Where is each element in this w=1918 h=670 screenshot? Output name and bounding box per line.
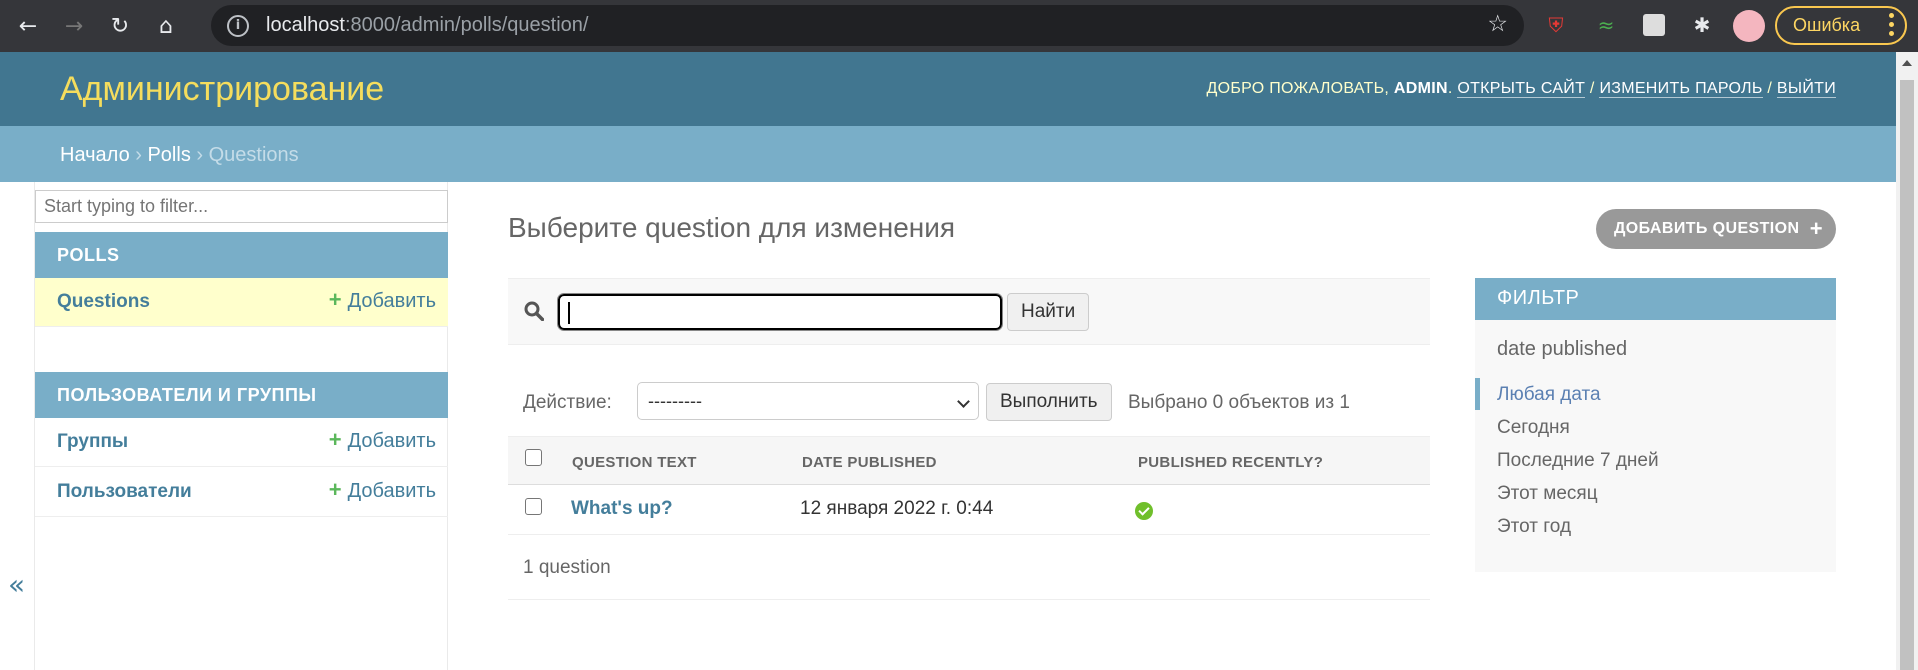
breadcrumb-home[interactable]: Начало — [60, 144, 130, 166]
column-question-text[interactable]: QUESTION TEXT — [572, 454, 697, 471]
filter-title: ФИЛЬТР — [1475, 278, 1836, 320]
site-branding[interactable]: Администрирование — [60, 70, 384, 109]
sidebar-item-label[interactable]: Пользователи — [57, 481, 192, 503]
changelist-filter: ФИЛЬТР date published Любая дата Сегодня… — [1475, 278, 1836, 572]
selection-counter: Выбрано 0 объектов из 1 — [1128, 392, 1350, 413]
check-circle-icon — [1135, 502, 1153, 520]
nav-filter-input[interactable] — [35, 190, 448, 223]
action-select[interactable]: --------- — [637, 382, 979, 420]
sidebar-item-label[interactable]: Questions — [57, 291, 150, 313]
filter-option-today[interactable]: Сегодня — [1497, 417, 1570, 439]
scroll-up-icon[interactable] — [1902, 60, 1912, 66]
add-group-link[interactable]: + Добавить — [328, 427, 436, 453]
add-question-link[interactable]: + Добавить — [328, 287, 436, 313]
page-title: Выберите question для изменения — [508, 212, 956, 243]
breadcrumb-polls[interactable]: Polls — [147, 144, 190, 166]
sidebar-item-questions[interactable]: Questions + Добавить — [35, 278, 448, 327]
sidebar-collapse-toggle[interactable]: « — [8, 568, 25, 601]
selected-indicator — [1475, 378, 1480, 410]
browser-toolbar: ← → ↻ ⌂ i localhost:8000/admin/polls/que… — [0, 0, 1918, 52]
chevron-down-icon — [957, 395, 970, 408]
nav-sidebar: POLLS Questions +Добавить ПОЛЬЗОВАТЕЛИ И… — [34, 182, 448, 670]
user-tools: ДОБРО ПОЖАЛОВАТЬ, ADMIN. ОТКРЫТЬ САЙТ / … — [1206, 80, 1836, 98]
error-button[interactable]: Ошибка — [1775, 6, 1907, 45]
bookmark-star-icon[interactable]: ☆ — [1487, 11, 1508, 37]
welcome-text: ДОБРО ПОЖАЛОВАТЬ, — [1206, 80, 1394, 97]
user-extension-icon[interactable] — [1640, 11, 1668, 39]
back-icon[interactable]: ← — [10, 8, 46, 44]
breadcrumb-current: Questions — [208, 144, 299, 166]
url-host: localhost — [266, 14, 345, 36]
sidebar-item-groups[interactable]: Группы + Добавить — [35, 418, 448, 467]
shield-extension-icon[interactable]: ⛨ — [1542, 11, 1570, 39]
row-checkbox[interactable] — [525, 498, 542, 515]
column-published-recently[interactable]: PUBLISHED RECENTLY? — [1138, 454, 1323, 471]
plus-icon: + — [328, 427, 342, 452]
page-scrollbar[interactable] — [1896, 52, 1918, 670]
sidebar-item-users[interactable]: Пользователи + Добавить — [35, 468, 448, 517]
address-bar[interactable]: i localhost:8000/admin/polls/question/ ☆ — [211, 5, 1524, 46]
filter-option-this-month[interactable]: Этот месяц — [1497, 483, 1598, 505]
view-site-link[interactable]: ОТКРЫТЬ САЙТ — [1457, 80, 1586, 98]
reload-icon[interactable]: ↻ — [102, 8, 138, 44]
column-date-published[interactable]: DATE PUBLISHED — [802, 454, 937, 471]
filter-field-title: date published — [1497, 338, 1628, 360]
url-path: :8000/admin/polls/question/ — [344, 14, 589, 36]
actions-bar: Действие: --------- Выполнить Выбрано 0 … — [508, 380, 1430, 436]
run-action-button[interactable]: Выполнить — [986, 383, 1112, 421]
filter-option-this-year[interactable]: Этот год — [1497, 516, 1571, 538]
table-row: What's up? 12 января 2022 г. 0:44 — [508, 485, 1430, 535]
filter-option-past-7-days[interactable]: Последние 7 дней — [1497, 450, 1659, 472]
filter-option-any-date[interactable]: Любая дата — [1497, 384, 1601, 406]
profile-avatar[interactable] — [1733, 10, 1765, 42]
breadcrumb: Начало › Polls › Questions — [0, 126, 1896, 182]
change-password-link[interactable]: ИЗМЕНИТЬ ПАРОЛЬ — [1599, 80, 1763, 98]
search-input[interactable] — [557, 293, 1003, 331]
home-icon[interactable]: ⌂ — [148, 8, 184, 44]
add-question-button[interactable]: ДОБАВИТЬ QUESTION + — [1596, 209, 1836, 249]
table-header: QUESTION TEXT DATE PUBLISHED PUBLISHED R… — [508, 436, 1430, 485]
menu-dots-icon[interactable] — [1889, 13, 1895, 40]
date-published-cell: 12 января 2022 г. 0:44 — [800, 498, 994, 519]
search-icon — [524, 301, 544, 321]
sidebar-item-label[interactable]: Группы — [57, 431, 128, 453]
forward-icon[interactable]: → — [56, 8, 92, 44]
username: ADMIN — [1393, 80, 1448, 97]
question-link[interactable]: What's up? — [571, 498, 673, 520]
action-label: Действие: — [523, 392, 612, 413]
paginator: 1 question — [508, 540, 1430, 600]
site-info-icon[interactable]: i — [227, 14, 249, 37]
search-button[interactable]: Найти — [1007, 293, 1090, 331]
url-text[interactable]: localhost:8000/admin/polls/question/ — [266, 14, 588, 37]
logout-link[interactable]: ВЫЙТИ — [1776, 80, 1836, 98]
add-user-link[interactable]: + Добавить — [328, 477, 436, 503]
wifi-extension-icon[interactable]: ≈ — [1592, 11, 1620, 39]
plus-icon: + — [1809, 216, 1823, 241]
puzzle-extensions-icon[interactable]: ✱ — [1688, 11, 1716, 39]
module-caption-polls[interactable]: POLLS — [35, 232, 448, 278]
module-caption-auth[interactable]: ПОЛЬЗОВАТЕЛИ И ГРУППЫ — [35, 372, 448, 418]
error-label: Ошибка — [1793, 15, 1861, 35]
text-caret — [568, 302, 570, 324]
search-toolbar: Найти — [508, 278, 1430, 345]
select-all-checkbox[interactable] — [525, 449, 542, 466]
plus-icon: + — [328, 477, 342, 502]
scrollbar-thumb[interactable] — [1900, 80, 1914, 670]
admin-header: Администрирование ДОБРО ПОЖАЛОВАТЬ, ADMI… — [0, 52, 1896, 126]
plus-icon: + — [328, 287, 342, 312]
